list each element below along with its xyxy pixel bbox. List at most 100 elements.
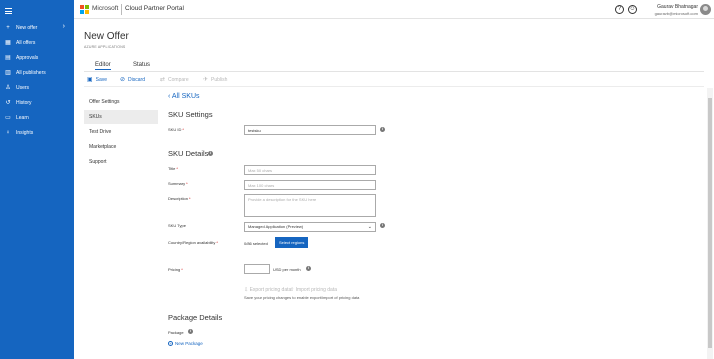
nav-item-offer-settings[interactable]: Offer Settings — [84, 95, 158, 109]
import-pricing-label: Import pricing data — [295, 287, 338, 293]
scrollbar-thumb[interactable] — [708, 98, 712, 348]
info-icon[interactable]: i — [306, 266, 311, 271]
sidebar-item-insights[interactable]: ♀ Insights — [0, 126, 74, 139]
page-title: New Offer — [84, 31, 129, 42]
sidebar-item-all-publishers[interactable]: ▥ All publishers — [0, 66, 74, 79]
sidebar-item-users[interactable]: ♙ Users — [0, 81, 74, 94]
save-button[interactable]: ▣ Save — [87, 76, 108, 84]
sku-details-heading: SKU Details — [168, 149, 208, 158]
info-icon[interactable]: i — [380, 223, 385, 228]
new-package-label: New Package — [175, 341, 203, 346]
sidebar-item-history[interactable]: ↺ History — [0, 96, 74, 109]
publish-label: Publish — [211, 76, 228, 83]
brand-name: Microsoft — [92, 5, 119, 12]
plus-icon: + — [6, 24, 10, 31]
sidebar-item-learn[interactable]: ▭ Learn — [0, 111, 74, 124]
divider — [121, 4, 122, 15]
grid-icon: ▦ — [5, 40, 11, 46]
nav-item-skus[interactable]: SKUs — [84, 110, 158, 124]
info-icon[interactable]: i — [208, 151, 213, 156]
required-marker: * — [189, 196, 191, 201]
export-pricing-label: Export pricing data — [249, 287, 292, 293]
chevron-down-icon: ⌄ — [367, 224, 372, 230]
tab-status[interactable]: Status — [133, 62, 150, 68]
sku-details-heading-text: SKU Details — [168, 149, 209, 158]
export-pricing-link[interactable]: ⇩ Export pricing data — [244, 287, 291, 293]
command-bar-divider — [84, 86, 704, 87]
import-pricing-link[interactable]: ⇧ Import pricing data — [290, 287, 337, 293]
pricing-note: Save your pricing changes to enable expo… — [244, 295, 360, 300]
history-icon: ↺ — [5, 100, 11, 106]
tab-editor[interactable]: Editor — [95, 62, 111, 70]
save-icon: ▣ — [87, 77, 93, 83]
nav-item-support[interactable]: Support — [84, 155, 158, 169]
sku-settings-heading: SKU Settings — [168, 110, 213, 119]
pricing-input[interactable] — [244, 264, 270, 274]
nav-item-test-drive[interactable]: Test Drive — [84, 125, 158, 139]
all-skus-label: All SKUs — [171, 93, 200, 100]
package-details-heading: Package Details — [168, 313, 223, 322]
country-label: Country/Region availability* — [168, 240, 218, 245]
sidebar-item-all-offers[interactable]: ▦ All offers — [0, 36, 74, 49]
hamburger-menu-icon[interactable] — [5, 8, 12, 16]
discard-button[interactable]: ⊘ Discard — [120, 76, 145, 84]
feedback-icon[interactable]: ☺ — [628, 5, 637, 14]
sidebar-item-approvals[interactable]: ▤ Approvals — [0, 51, 74, 64]
required-marker: * — [181, 267, 183, 272]
summary-label-text: Summary — [168, 181, 186, 186]
portal-title[interactable]: Cloud Partner Portal — [125, 5, 184, 12]
title-label: Title* — [168, 166, 178, 171]
sku-id-input[interactable] — [244, 125, 376, 135]
user-icon: ♙ — [5, 85, 11, 91]
sidebar-item-label: Learn — [16, 114, 29, 121]
title-input[interactable] — [244, 165, 376, 175]
compare-button[interactable]: ⇄ Compare — [160, 76, 189, 84]
select-regions-button[interactable]: Select regions — [275, 237, 309, 248]
vertical-scrollbar[interactable] — [707, 88, 713, 359]
sidebar-item-label: Insights — [16, 129, 34, 136]
info-icon[interactable]: i — [380, 127, 385, 132]
info-icon[interactable]: i — [188, 329, 193, 334]
help-icon[interactable]: ? — [615, 5, 624, 14]
compare-label: Compare — [168, 76, 189, 83]
sku-form: ‹ All SKUs SKU Settings SKU ID* i SKU De… — [168, 88, 708, 359]
description-label-text: Description — [168, 196, 189, 201]
sku-id-label-text: SKU ID — [168, 127, 182, 132]
page-subtitle: AZURE APPLICATIONS — [84, 45, 126, 49]
description-label: Description* — [168, 196, 191, 201]
discard-icon: ⊘ — [120, 77, 126, 83]
sidebar-item-new-offer[interactable]: + New offer › — [0, 21, 74, 34]
description-textarea[interactable] — [244, 194, 376, 217]
all-skus-link[interactable]: ‹ All SKUs — [168, 93, 200, 100]
save-label: Save — [95, 76, 108, 83]
discard-label: Discard — [128, 76, 145, 83]
required-marker: * — [176, 166, 178, 171]
sku-type-label: SKU Type — [168, 223, 186, 228]
user-name[interactable]: Gaurav Bhatnagar — [657, 4, 698, 10]
sku-type-select[interactable]: Managed Application (Preview) ⌄ — [244, 222, 376, 232]
compare-icon: ⇄ — [160, 77, 166, 83]
pricing-label-text: Pricing — [168, 267, 181, 272]
left-sidebar: + New offer › ▦ All offers ▤ Approvals ▥ All pub… — [0, 0, 74, 359]
publish-button[interactable]: ✈ Publish — [203, 76, 228, 84]
sku-type-value: Managed Application (Preview) — [248, 224, 304, 229]
package-label: Package — [168, 330, 184, 335]
title-label-text: Title — [168, 166, 176, 171]
user-email[interactable]: gauravb@microsoft.com — [655, 11, 698, 16]
sidebar-item-label: New offer — [16, 24, 38, 31]
microsoft-logo-icon — [80, 5, 89, 14]
nav-item-marketplace[interactable]: Marketplace — [84, 140, 158, 154]
offer-section-nav: Offer Settings SKUs Test Drive Marketpla… — [84, 95, 158, 170]
publish-icon: ✈ — [203, 77, 209, 83]
regions-selected-count: 0/86 selected — [244, 241, 268, 246]
summary-input[interactable] — [244, 180, 376, 190]
sidebar-item-label: All offers — [16, 39, 36, 46]
sidebar-item-label: Users — [16, 84, 30, 91]
sidebar-item-label: All publishers — [16, 69, 46, 76]
lightbulb-icon: ♀ — [5, 129, 11, 136]
sidebar-item-label: Approvals — [16, 54, 39, 61]
avatar[interactable] — [700, 4, 711, 15]
sku-id-label: SKU ID* — [168, 127, 184, 132]
pricing-unit: USD per month — [273, 267, 301, 272]
new-package-button[interactable]: + New Package — [168, 341, 203, 346]
